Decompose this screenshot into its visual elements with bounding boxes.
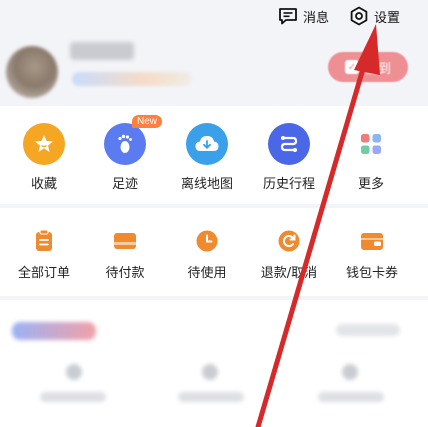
settings-button[interactable]: 设置 xyxy=(349,5,400,27)
settings-icon xyxy=(349,6,369,26)
promo-tag-blurred xyxy=(12,322,96,340)
order-label: 钱包卡券 xyxy=(345,266,398,281)
card-icon xyxy=(112,228,138,254)
avatar[interactable] xyxy=(6,46,58,98)
wallet-icon xyxy=(359,228,385,254)
quick-action-more[interactable]: 更多 xyxy=(336,123,406,192)
promo-card-blurred xyxy=(0,300,428,427)
orders-card: 全部订单 待付款 待使用 退款/取消 钱包卡券 xyxy=(0,208,428,296)
quick-action-favorites[interactable]: 收藏 xyxy=(9,123,79,192)
quick-actions-card: 收藏 New 足迹 离线地图 历史行程 更多 xyxy=(0,106,428,204)
member-badge-blurred xyxy=(72,72,192,86)
checkin-button[interactable]: ✓ 签到 xyxy=(328,52,408,82)
footprint-icon: New xyxy=(104,115,163,165)
quick-action-offline-map[interactable]: 离线地图 xyxy=(172,123,242,192)
promo-item-icon-blurred xyxy=(342,364,358,380)
order-label: 待使用 xyxy=(187,266,227,281)
order-pending-payment[interactable]: 待付款 xyxy=(87,228,163,281)
order-to-use[interactable]: 待使用 xyxy=(169,228,245,281)
checkin-icon: ✓ xyxy=(344,60,359,74)
quick-action-label: 历史行程 xyxy=(262,177,315,192)
quick-action-label: 更多 xyxy=(357,177,384,192)
quick-action-trip-history[interactable]: 历史行程 xyxy=(254,123,324,192)
top-bar: 消息 设置 xyxy=(0,0,428,34)
clock-icon xyxy=(194,228,220,254)
route-icon xyxy=(268,123,310,165)
quick-action-label: 离线地图 xyxy=(180,177,233,192)
settings-label: 设置 xyxy=(374,10,401,26)
quick-action-footprints[interactable]: New 足迹 xyxy=(90,115,163,192)
messages-button[interactable]: 消息 xyxy=(278,5,329,27)
promo-item-icon-blurred xyxy=(202,364,218,380)
messages-label: 消息 xyxy=(303,10,330,26)
cloud-download-icon xyxy=(186,123,228,165)
refund-icon xyxy=(276,228,302,254)
order-refund-cancel[interactable]: 退款/取消 xyxy=(251,228,327,281)
order-label: 待付款 xyxy=(105,266,145,281)
new-badge: New xyxy=(132,115,163,128)
quick-action-label: 足迹 xyxy=(111,177,138,192)
order-label: 全部订单 xyxy=(17,266,70,281)
checkin-label: 签到 xyxy=(364,61,391,77)
order-wallet-coupons[interactable]: 钱包卡券 xyxy=(334,228,410,281)
message-icon xyxy=(278,7,298,25)
promo-item-icon-blurred xyxy=(66,364,82,380)
promo-more-blurred xyxy=(336,324,400,336)
grid-icon xyxy=(350,123,392,165)
quick-action-label: 收藏 xyxy=(30,177,57,192)
clipboard-icon xyxy=(31,228,57,254)
promo-item-text-blurred xyxy=(40,392,106,402)
username-blurred xyxy=(70,42,134,60)
order-label: 退款/取消 xyxy=(260,266,318,281)
promo-item-text-blurred xyxy=(318,392,384,402)
order-all[interactable]: 全部订单 xyxy=(6,228,82,281)
profile-header: ✓ 签到 xyxy=(0,34,428,106)
star-icon xyxy=(23,123,65,165)
promo-item-text-blurred xyxy=(178,392,244,402)
